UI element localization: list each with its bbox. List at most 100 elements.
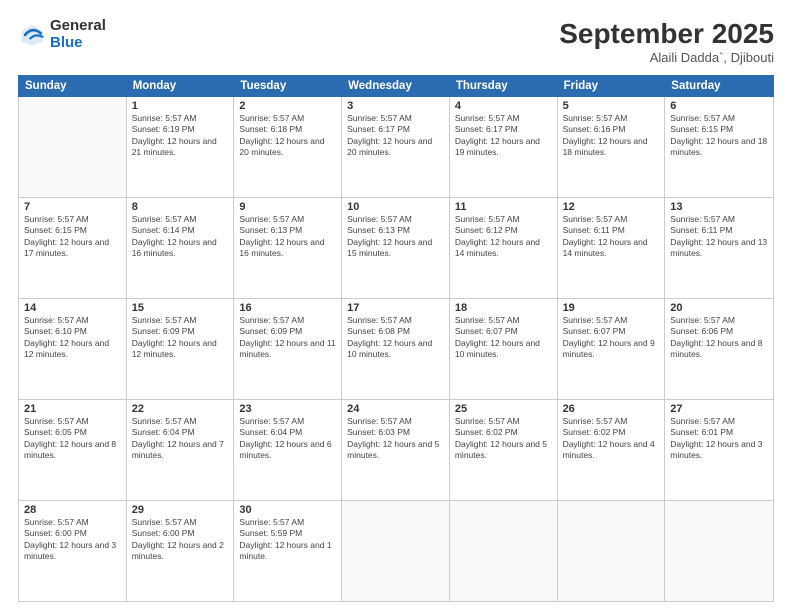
day-info: Sunrise: 5:57 AM Sunset: 6:16 PM Dayligh… <box>563 113 660 159</box>
day-info: Sunrise: 5:57 AM Sunset: 6:15 PM Dayligh… <box>670 113 768 159</box>
cal-header-monday: Monday <box>127 76 235 96</box>
cal-cell: 20Sunrise: 5:57 AM Sunset: 6:06 PM Dayli… <box>665 299 773 399</box>
day-info: Sunrise: 5:57 AM Sunset: 6:02 PM Dayligh… <box>563 416 660 462</box>
day-info: Sunrise: 5:57 AM Sunset: 6:04 PM Dayligh… <box>239 416 336 462</box>
cal-cell: 14Sunrise: 5:57 AM Sunset: 6:10 PM Dayli… <box>19 299 127 399</box>
day-info: Sunrise: 5:57 AM Sunset: 6:00 PM Dayligh… <box>24 517 121 563</box>
cal-cell: 5Sunrise: 5:57 AM Sunset: 6:16 PM Daylig… <box>558 97 666 197</box>
calendar-header-row: SundayMondayTuesdayWednesdayThursdayFrid… <box>18 75 774 97</box>
cal-cell: 16Sunrise: 5:57 AM Sunset: 6:09 PM Dayli… <box>234 299 342 399</box>
day-number: 7 <box>24 201 121 213</box>
day-number: 13 <box>670 201 768 213</box>
cal-cell: 29Sunrise: 5:57 AM Sunset: 6:00 PM Dayli… <box>127 501 235 601</box>
cal-cell: 15Sunrise: 5:57 AM Sunset: 6:09 PM Dayli… <box>127 299 235 399</box>
day-info: Sunrise: 5:57 AM Sunset: 6:13 PM Dayligh… <box>239 214 336 260</box>
cal-cell: 18Sunrise: 5:57 AM Sunset: 6:07 PM Dayli… <box>450 299 558 399</box>
day-number: 18 <box>455 302 552 314</box>
day-info: Sunrise: 5:57 AM Sunset: 6:13 PM Dayligh… <box>347 214 444 260</box>
cal-cell: 23Sunrise: 5:57 AM Sunset: 6:04 PM Dayli… <box>234 400 342 500</box>
cal-week-3: 14Sunrise: 5:57 AM Sunset: 6:10 PM Dayli… <box>19 299 773 400</box>
day-info: Sunrise: 5:57 AM Sunset: 6:02 PM Dayligh… <box>455 416 552 462</box>
logo-text: General Blue <box>50 18 106 51</box>
day-number: 3 <box>347 100 444 112</box>
day-number: 12 <box>563 201 660 213</box>
day-number: 28 <box>24 504 121 516</box>
day-info: Sunrise: 5:57 AM Sunset: 6:10 PM Dayligh… <box>24 315 121 361</box>
day-number: 14 <box>24 302 121 314</box>
day-number: 1 <box>132 100 229 112</box>
cal-cell <box>665 501 773 601</box>
cal-cell <box>342 501 450 601</box>
day-info: Sunrise: 5:57 AM Sunset: 6:00 PM Dayligh… <box>132 517 229 563</box>
cal-week-2: 7Sunrise: 5:57 AM Sunset: 6:15 PM Daylig… <box>19 198 773 299</box>
day-info: Sunrise: 5:57 AM Sunset: 6:04 PM Dayligh… <box>132 416 229 462</box>
cal-cell: 1Sunrise: 5:57 AM Sunset: 6:19 PM Daylig… <box>127 97 235 197</box>
day-number: 25 <box>455 403 552 415</box>
calendar-subtitle: Alaili Dadda`, Djibouti <box>559 50 774 65</box>
cal-cell: 6Sunrise: 5:57 AM Sunset: 6:15 PM Daylig… <box>665 97 773 197</box>
cal-cell <box>558 501 666 601</box>
day-info: Sunrise: 5:57 AM Sunset: 6:18 PM Dayligh… <box>239 113 336 159</box>
calendar-title: September 2025 <box>559 18 774 50</box>
title-block: September 2025 Alaili Dadda`, Djibouti <box>559 18 774 65</box>
cal-cell: 28Sunrise: 5:57 AM Sunset: 6:00 PM Dayli… <box>19 501 127 601</box>
day-info: Sunrise: 5:57 AM Sunset: 6:17 PM Dayligh… <box>347 113 444 159</box>
cal-header-friday: Friday <box>558 76 666 96</box>
day-info: Sunrise: 5:57 AM Sunset: 6:09 PM Dayligh… <box>132 315 229 361</box>
day-number: 9 <box>239 201 336 213</box>
calendar: SundayMondayTuesdayWednesdayThursdayFrid… <box>18 75 774 602</box>
cal-cell: 11Sunrise: 5:57 AM Sunset: 6:12 PM Dayli… <box>450 198 558 298</box>
cal-cell: 30Sunrise: 5:57 AM Sunset: 5:59 PM Dayli… <box>234 501 342 601</box>
cal-cell: 12Sunrise: 5:57 AM Sunset: 6:11 PM Dayli… <box>558 198 666 298</box>
day-number: 16 <box>239 302 336 314</box>
day-number: 11 <box>455 201 552 213</box>
day-number: 5 <box>563 100 660 112</box>
day-number: 8 <box>132 201 229 213</box>
logo-blue-text: Blue <box>50 35 106 52</box>
cal-cell: 4Sunrise: 5:57 AM Sunset: 6:17 PM Daylig… <box>450 97 558 197</box>
day-info: Sunrise: 5:57 AM Sunset: 6:12 PM Dayligh… <box>455 214 552 260</box>
day-number: 22 <box>132 403 229 415</box>
day-number: 20 <box>670 302 768 314</box>
cal-header-tuesday: Tuesday <box>234 76 342 96</box>
cal-cell <box>450 501 558 601</box>
day-number: 27 <box>670 403 768 415</box>
day-info: Sunrise: 5:57 AM Sunset: 6:11 PM Dayligh… <box>670 214 768 260</box>
day-number: 4 <box>455 100 552 112</box>
logo-icon <box>18 21 46 49</box>
day-number: 10 <box>347 201 444 213</box>
day-number: 17 <box>347 302 444 314</box>
day-info: Sunrise: 5:57 AM Sunset: 5:59 PM Dayligh… <box>239 517 336 563</box>
logo: General Blue <box>18 18 106 51</box>
logo-general-text: General <box>50 18 106 35</box>
cal-cell: 7Sunrise: 5:57 AM Sunset: 6:15 PM Daylig… <box>19 198 127 298</box>
cal-cell: 9Sunrise: 5:57 AM Sunset: 6:13 PM Daylig… <box>234 198 342 298</box>
cal-cell: 22Sunrise: 5:57 AM Sunset: 6:04 PM Dayli… <box>127 400 235 500</box>
cal-cell: 24Sunrise: 5:57 AM Sunset: 6:03 PM Dayli… <box>342 400 450 500</box>
cal-cell: 3Sunrise: 5:57 AM Sunset: 6:17 PM Daylig… <box>342 97 450 197</box>
day-number: 26 <box>563 403 660 415</box>
day-info: Sunrise: 5:57 AM Sunset: 6:07 PM Dayligh… <box>455 315 552 361</box>
day-info: Sunrise: 5:57 AM Sunset: 6:06 PM Dayligh… <box>670 315 768 361</box>
cal-cell: 21Sunrise: 5:57 AM Sunset: 6:05 PM Dayli… <box>19 400 127 500</box>
cal-cell <box>19 97 127 197</box>
day-info: Sunrise: 5:57 AM Sunset: 6:01 PM Dayligh… <box>670 416 768 462</box>
cal-cell: 25Sunrise: 5:57 AM Sunset: 6:02 PM Dayli… <box>450 400 558 500</box>
day-number: 29 <box>132 504 229 516</box>
day-number: 6 <box>670 100 768 112</box>
day-number: 19 <box>563 302 660 314</box>
page: General Blue September 2025 Alaili Dadda… <box>0 0 792 612</box>
cal-cell: 17Sunrise: 5:57 AM Sunset: 6:08 PM Dayli… <box>342 299 450 399</box>
day-number: 24 <box>347 403 444 415</box>
cal-header-saturday: Saturday <box>665 76 773 96</box>
cal-header-thursday: Thursday <box>450 76 558 96</box>
cal-week-1: 1Sunrise: 5:57 AM Sunset: 6:19 PM Daylig… <box>19 97 773 198</box>
cal-cell: 8Sunrise: 5:57 AM Sunset: 6:14 PM Daylig… <box>127 198 235 298</box>
day-number: 2 <box>239 100 336 112</box>
cal-cell: 10Sunrise: 5:57 AM Sunset: 6:13 PM Dayli… <box>342 198 450 298</box>
cal-week-5: 28Sunrise: 5:57 AM Sunset: 6:00 PM Dayli… <box>19 501 773 601</box>
cal-header-sunday: Sunday <box>19 76 127 96</box>
cal-header-wednesday: Wednesday <box>342 76 450 96</box>
day-info: Sunrise: 5:57 AM Sunset: 6:03 PM Dayligh… <box>347 416 444 462</box>
day-info: Sunrise: 5:57 AM Sunset: 6:05 PM Dayligh… <box>24 416 121 462</box>
